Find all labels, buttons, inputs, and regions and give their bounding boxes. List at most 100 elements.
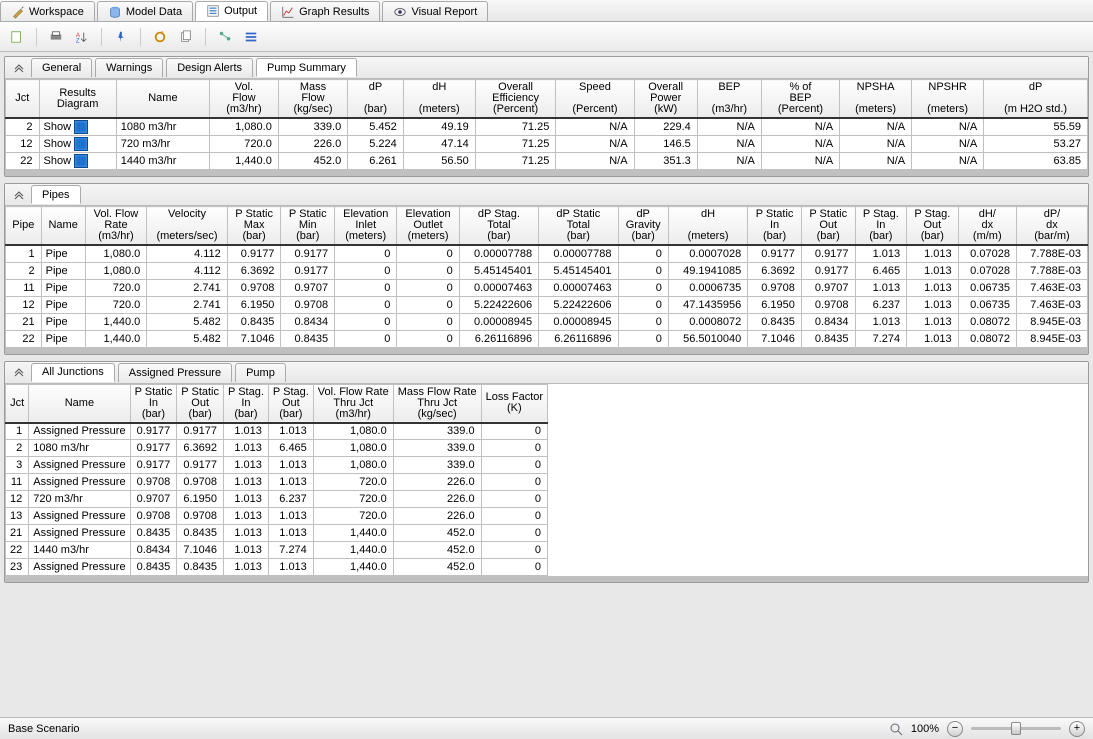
- column-header[interactable]: dH(meters): [403, 80, 475, 119]
- subtab-pump[interactable]: Pump: [235, 363, 286, 382]
- table-row[interactable]: 12720 m3/hr0.97076.19501.0136.237720.022…: [6, 491, 548, 508]
- column-header[interactable]: BEP(m3/hr): [697, 80, 761, 119]
- column-header[interactable]: Speed(Percent): [556, 80, 634, 119]
- table-row[interactable]: 11Pipe720.02.7410.97080.9707000.00007463…: [6, 279, 1088, 296]
- sort-icon[interactable]: AZ: [71, 26, 93, 48]
- table-row[interactable]: 23Assigned Pressure0.84350.84351.0131.01…: [6, 559, 548, 576]
- status-bar: Base Scenario 100% − +: [0, 717, 1093, 739]
- table-row[interactable]: 12Pipe720.02.7416.19500.9708005.22422606…: [6, 296, 1088, 313]
- junctions-panel: All JunctionsAssigned PressurePump JctNa…: [4, 361, 1089, 584]
- column-header[interactable]: Velocity(meters/sec): [147, 207, 228, 246]
- scenario-label: Base Scenario: [8, 723, 80, 735]
- subtab-pump-summary[interactable]: Pump Summary: [256, 58, 357, 77]
- table-row[interactable]: 1Assigned Pressure0.91770.91771.0131.013…: [6, 423, 548, 440]
- copy-icon[interactable]: [175, 26, 197, 48]
- zoom-in-button[interactable]: +: [1069, 721, 1085, 737]
- tab-output[interactable]: Output: [195, 1, 268, 21]
- column-header[interactable]: Jct: [6, 80, 40, 119]
- column-header[interactable]: Mass Flow RateThru Jct(kg/sec): [393, 384, 481, 423]
- column-header[interactable]: Vol. FlowRate(m3/hr): [85, 207, 147, 246]
- column-header[interactable]: MassFlow(kg/sec): [278, 80, 347, 119]
- diagram-button[interactable]: [74, 137, 88, 151]
- column-header[interactable]: P StaticOut(bar): [801, 207, 855, 246]
- column-header[interactable]: P Stag.Out(bar): [907, 207, 959, 246]
- column-header[interactable]: dP StaticTotal(bar): [539, 207, 618, 246]
- diagram-button[interactable]: [74, 154, 88, 168]
- column-header[interactable]: P Stag.Out(bar): [268, 384, 313, 423]
- table-row[interactable]: 21080 m3/hr0.91776.36921.0136.4651,080.0…: [6, 440, 548, 457]
- subtab-pipes[interactable]: Pipes: [31, 185, 81, 204]
- tab-visual-report[interactable]: Visual Report: [382, 1, 488, 21]
- subtab-design-alerts[interactable]: Design Alerts: [166, 58, 253, 77]
- diagram-button[interactable]: [74, 120, 88, 134]
- column-header[interactable]: Vol. Flow RateThru Jct(m3/hr): [313, 384, 393, 423]
- column-header[interactable]: NPSHA(meters): [840, 80, 912, 119]
- column-header[interactable]: NPSHR(meters): [912, 80, 984, 119]
- magnify-icon: [889, 722, 903, 736]
- table-row[interactable]: 3Assigned Pressure0.91770.91771.0131.013…: [6, 457, 548, 474]
- table-row[interactable]: 13Assigned Pressure0.97080.97081.0131.01…: [6, 508, 548, 525]
- tab-graph-results[interactable]: Graph Results: [270, 1, 380, 21]
- column-header[interactable]: Pipe: [6, 207, 42, 246]
- column-header[interactable]: P StaticIn(bar): [748, 207, 802, 246]
- subtab-all-junctions[interactable]: All Junctions: [31, 363, 115, 382]
- subtab-assigned-pressure[interactable]: Assigned Pressure: [118, 363, 232, 382]
- subtab-general[interactable]: General: [31, 58, 92, 77]
- column-header[interactable]: dP/dx(bar/m): [1016, 207, 1087, 246]
- column-header[interactable]: dP(bar): [348, 80, 404, 119]
- column-header[interactable]: Vol.Flow(m3/hr): [210, 80, 279, 119]
- tab-model-data[interactable]: Model Data: [97, 1, 193, 21]
- column-header[interactable]: P Stag.In(bar): [224, 384, 269, 423]
- zoom-slider[interactable]: [971, 727, 1061, 730]
- column-header[interactable]: dH/dx(m/m): [958, 207, 1016, 246]
- table-row[interactable]: 21Assigned Pressure0.84350.84351.0131.01…: [6, 525, 548, 542]
- list-icon[interactable]: [240, 26, 262, 48]
- table-row[interactable]: 1Pipe1,080.04.1120.91770.9177000.0000778…: [6, 245, 1088, 262]
- column-header[interactable]: ElevationInlet(meters): [335, 207, 397, 246]
- new-icon[interactable]: [6, 26, 28, 48]
- column-header[interactable]: Name: [29, 384, 130, 423]
- collapse-icon[interactable]: [11, 187, 27, 203]
- column-header[interactable]: P StaticMax(bar): [227, 207, 281, 246]
- column-header[interactable]: dH(meters): [668, 207, 747, 246]
- column-header[interactable]: OverallEfficiency(Percent): [475, 80, 556, 119]
- table-row[interactable]: 12Show 720 m3/hr720.0226.05.22447.1471.2…: [6, 136, 1088, 153]
- zoom-out-button[interactable]: −: [947, 721, 963, 737]
- table-row[interactable]: 21Pipe1,440.05.4820.84350.8434000.000089…: [6, 313, 1088, 330]
- column-header[interactable]: P StaticOut(bar): [177, 384, 224, 423]
- column-header[interactable]: ElevationOutlet(meters): [397, 207, 459, 246]
- column-header[interactable]: Loss Factor(K): [481, 384, 547, 423]
- column-header[interactable]: OverallPower(kW): [634, 80, 697, 119]
- pipes-panel: Pipes PipeNameVol. FlowRate(m3/hr)Veloci…: [4, 183, 1089, 355]
- column-header[interactable]: Jct: [6, 384, 29, 423]
- column-header[interactable]: ResultsDiagram: [39, 80, 116, 119]
- column-header[interactable]: P StaticIn(bar): [130, 384, 177, 423]
- column-header[interactable]: P Stag.In(bar): [855, 207, 907, 246]
- table-row[interactable]: 2Pipe1,080.04.1126.36920.9177005.4514540…: [6, 262, 1088, 279]
- print-icon[interactable]: [45, 26, 67, 48]
- table-row[interactable]: 22Show 1440 m3/hr1,440.0452.06.26156.507…: [6, 153, 1088, 170]
- column-header[interactable]: % ofBEP(Percent): [761, 80, 839, 119]
- tab-workspace[interactable]: Workspace: [0, 1, 95, 21]
- table-row[interactable]: 2Show 1080 m3/hr1,080.0339.05.45249.1971…: [6, 118, 1088, 136]
- pin-icon[interactable]: [110, 26, 132, 48]
- junctions-table: JctNameP StaticIn(bar)P StaticOut(bar)P …: [5, 384, 548, 577]
- link-icon[interactable]: [214, 26, 236, 48]
- column-header[interactable]: dP(m H2O std.): [984, 80, 1088, 119]
- column-header[interactable]: Name: [41, 207, 85, 246]
- column-header[interactable]: dPGravity(bar): [618, 207, 668, 246]
- svg-text:Z: Z: [76, 37, 80, 44]
- collapse-icon[interactable]: [11, 60, 27, 76]
- table-row[interactable]: 22Pipe1,440.05.4827.10460.8435006.261168…: [6, 330, 1088, 347]
- column-header[interactable]: Name: [116, 80, 209, 119]
- column-header[interactable]: P StaticMin(bar): [281, 207, 335, 246]
- collapse-icon[interactable]: [11, 364, 27, 380]
- table-row[interactable]: 11Assigned Pressure0.97080.97081.0131.01…: [6, 474, 548, 491]
- refresh-icon[interactable]: [149, 26, 171, 48]
- column-header[interactable]: dP Stag.Total(bar): [459, 207, 538, 246]
- table-row[interactable]: 221440 m3/hr0.84347.10461.0137.2741,440.…: [6, 542, 548, 559]
- subtab-warnings[interactable]: Warnings: [95, 58, 163, 77]
- toolbar: AZ: [0, 22, 1093, 52]
- pump-summary-table: JctResultsDiagramNameVol.Flow(m3/hr)Mass…: [5, 79, 1088, 170]
- zoom-controls: 100% − +: [889, 721, 1085, 737]
